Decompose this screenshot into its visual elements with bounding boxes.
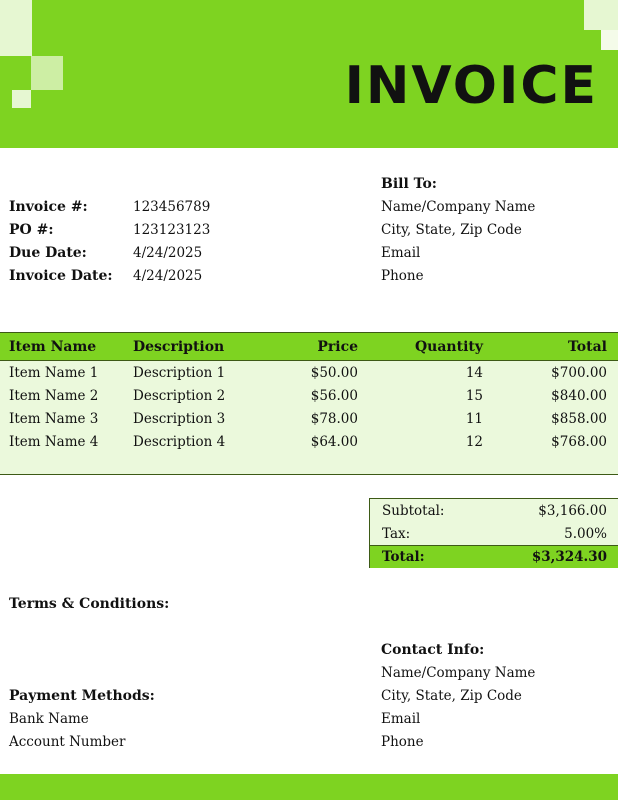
description-cell: Description 1 xyxy=(133,365,226,381)
contact-name: Name/Company Name xyxy=(381,665,536,681)
item-name-cell: Item Name 3 xyxy=(9,411,99,427)
grand-total-label: Total: xyxy=(382,549,425,565)
contact-address: City, State, Zip Code xyxy=(381,688,522,704)
price-cell: $50.00 xyxy=(310,365,358,381)
item-name-cell: Item Name 2 xyxy=(9,388,99,404)
total-cell: $700.00 xyxy=(551,365,607,381)
invoice-title: INVOICE xyxy=(344,56,598,116)
invoice-date-label: Invoice Date: xyxy=(9,268,113,284)
column-header-item-name: Item Name xyxy=(9,339,97,355)
bill-to-heading: Bill To: xyxy=(381,176,437,192)
payment-bank: Bank Name xyxy=(9,711,89,727)
decorative-square xyxy=(0,0,32,56)
subtotal-row: Subtotal: $3,166.00 xyxy=(370,499,618,522)
item-name-cell: Item Name 1 xyxy=(9,365,99,381)
bill-to-name: Name/Company Name xyxy=(381,199,536,215)
column-header-total: Total xyxy=(567,339,607,355)
column-header-price: Price xyxy=(317,339,358,355)
quantity-cell: 12 xyxy=(465,434,483,450)
invoice-footer xyxy=(0,774,618,800)
quantity-cell: 11 xyxy=(465,411,483,427)
contact-phone: Phone xyxy=(381,734,424,750)
contact-heading: Contact Info: xyxy=(381,642,485,658)
items-table: Item Name Description Price Quantity Tot… xyxy=(0,332,618,475)
invoice-date-value: 4/24/2025 xyxy=(133,268,203,284)
price-cell: $56.00 xyxy=(310,388,358,404)
bill-to-email: Email xyxy=(381,245,421,261)
payment-heading: Payment Methods: xyxy=(9,688,155,704)
totals-summary: Subtotal: $3,166.00 Tax: 5.00% Total: $3… xyxy=(369,498,618,568)
column-header-quantity: Quantity xyxy=(414,339,483,355)
total-cell: $840.00 xyxy=(551,388,607,404)
subtotal-label: Subtotal: xyxy=(382,503,445,519)
subtotal-value: $3,166.00 xyxy=(538,503,607,519)
grand-total-row: Total: $3,324.30 xyxy=(370,545,618,568)
description-cell: Description 4 xyxy=(133,434,226,450)
invoice-number-value: 123456789 xyxy=(133,199,211,215)
bill-to-phone: Phone xyxy=(381,268,424,284)
decorative-square xyxy=(601,30,618,50)
description-cell: Description 3 xyxy=(133,411,226,427)
quantity-cell: 15 xyxy=(465,388,483,404)
column-header-description: Description xyxy=(133,339,225,355)
quantity-cell: 14 xyxy=(465,365,483,381)
payment-account: Account Number xyxy=(9,734,126,750)
invoice-header: INVOICE xyxy=(0,0,618,148)
tax-label: Tax: xyxy=(382,526,411,542)
decorative-square xyxy=(31,56,63,90)
total-cell: $768.00 xyxy=(551,434,607,450)
total-cell: $858.00 xyxy=(551,411,607,427)
tax-row: Tax: 5.00% xyxy=(370,522,618,545)
price-cell: $78.00 xyxy=(310,411,358,427)
due-date-value: 4/24/2025 xyxy=(133,245,203,261)
terms-heading: Terms & Conditions: xyxy=(9,596,170,612)
decorative-square xyxy=(584,0,618,30)
due-date-label: Due Date: xyxy=(9,245,87,261)
grand-total-value: $3,324.30 xyxy=(531,549,607,565)
description-cell: Description 2 xyxy=(133,388,226,404)
po-number-value: 123123123 xyxy=(133,222,211,238)
items-table-header: Item Name Description Price Quantity Tot… xyxy=(0,333,618,361)
tax-value: 5.00% xyxy=(564,526,607,542)
item-name-cell: Item Name 4 xyxy=(9,434,99,450)
invoice-number-label: Invoice #: xyxy=(9,199,88,215)
contact-email: Email xyxy=(381,711,421,727)
bill-to-address: City, State, Zip Code xyxy=(381,222,522,238)
price-cell: $64.00 xyxy=(310,434,358,450)
po-number-label: PO #: xyxy=(9,222,54,238)
decorative-square xyxy=(12,90,31,108)
